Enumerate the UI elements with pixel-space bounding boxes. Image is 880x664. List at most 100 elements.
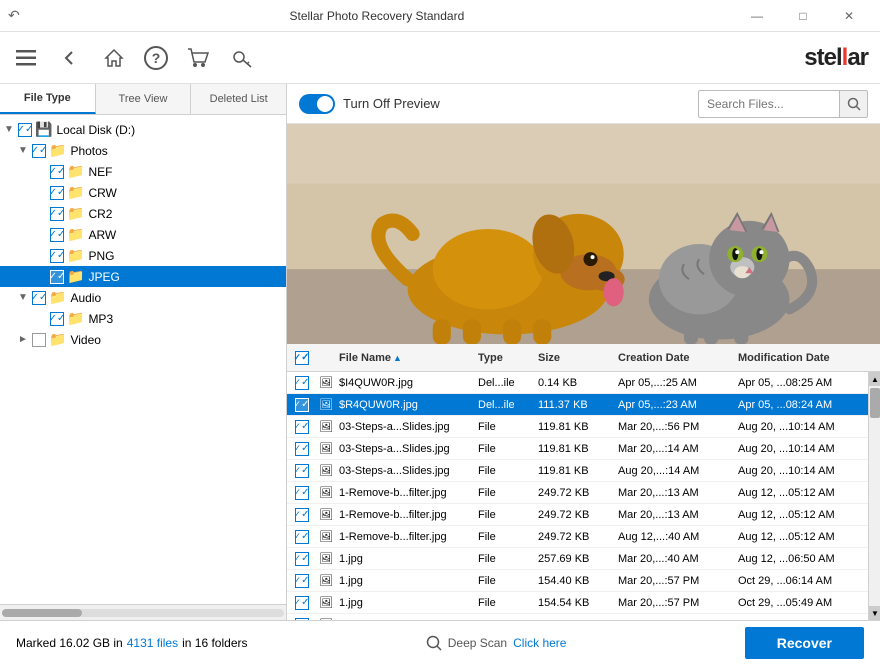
tree-item-cr2[interactable]: ✓ 📁 CR2 xyxy=(0,203,286,224)
tree-item-png[interactable]: ✓ 📁 PNG xyxy=(0,245,286,266)
row-checkbox[interactable]: ✓ xyxy=(295,508,309,522)
table-row[interactable]: ✓ 🖼 1.jpg File 154.40 KB Mar 20,...:57 P… xyxy=(287,570,868,592)
row-checkbox[interactable]: ✓ xyxy=(295,464,309,478)
row-checkbox[interactable]: ✓ xyxy=(295,398,309,412)
file-modified: Aug 20, ...10:14 AM xyxy=(738,465,868,477)
table-row[interactable]: ✓ 🖼 1.jpg File 154.54 KB Mar 20,...:57 P… xyxy=(287,592,868,614)
tree-label: CR2 xyxy=(88,207,112,221)
scroll-thumb[interactable] xyxy=(2,609,82,617)
back-button[interactable] xyxy=(56,44,84,72)
file-type: Del...ile xyxy=(478,377,538,389)
tree-item-audio[interactable]: ▼ ✓ 📁 Audio xyxy=(0,287,286,308)
header-type-col: Type xyxy=(478,352,538,364)
checkbox-video[interactable] xyxy=(32,333,46,347)
file-modified: Aug 12, ...05:12 AM xyxy=(738,531,868,543)
tab-deleted-list[interactable]: Deleted List xyxy=(191,84,286,114)
tree-item-mp3[interactable]: ✓ 📁 MP3 xyxy=(0,308,286,329)
window-controls: — □ ✕ xyxy=(734,0,872,32)
tree-item-local-disk[interactable]: ▼ ✓ 💾 Local Disk (D:) xyxy=(0,119,286,140)
file-type: Del...ile xyxy=(478,399,538,411)
search-input[interactable] xyxy=(699,93,839,115)
table-row[interactable]: ✓ 🖼 $R4QUW0R.jpg Del...ile 111.37 KB Apr… xyxy=(287,394,868,416)
tree-label: ARW xyxy=(88,228,116,242)
header-name-col[interactable]: File Name ▲ xyxy=(337,352,478,364)
file-name: 03-Steps-a...Slides.jpg xyxy=(337,465,478,477)
table-row[interactable]: ✓ 🖼 03-Steps-a...Slides.jpg File 119.81 … xyxy=(287,416,868,438)
select-all-checkbox[interactable]: ✓ xyxy=(295,351,309,365)
table-row[interactable]: ✓ 🖼 1-Remove-b...filter.jpg File 249.72 … xyxy=(287,482,868,504)
sort-arrow-icon: ▲ xyxy=(393,353,402,363)
checkbox-mp3[interactable]: ✓ xyxy=(50,312,64,326)
home-button[interactable] xyxy=(100,44,128,72)
help-button[interactable]: ? xyxy=(144,46,168,70)
preview-toggle[interactable] xyxy=(299,94,335,114)
table-row[interactable]: ✓ 🖼 $I4QUW0R.jpg Del...ile 0.14 KB Apr 0… xyxy=(287,372,868,394)
checkbox-nef[interactable]: ✓ xyxy=(50,165,64,179)
key-button[interactable] xyxy=(228,44,256,72)
tab-tree-view[interactable]: Tree View xyxy=(96,84,192,114)
cart-button[interactable] xyxy=(184,44,212,72)
tree-item-nef[interactable]: ✓ 📁 NEF xyxy=(0,161,286,182)
file-size: 154.40 KB xyxy=(538,575,618,587)
marked-text: Marked 16.02 GB in xyxy=(16,636,123,650)
row-checkbox[interactable]: ✓ xyxy=(295,420,309,434)
search-box xyxy=(698,90,868,118)
checkbox-crw[interactable]: ✓ xyxy=(50,186,64,200)
row-checkbox[interactable]: ✓ xyxy=(295,552,309,566)
vertical-scrollbar[interactable]: ▲ ▼ xyxy=(868,372,880,620)
tree-item-photos[interactable]: ▼ ✓ 📁 Photos xyxy=(0,140,286,161)
row-checkbox[interactable]: ✓ xyxy=(295,376,309,390)
scroll-thumb[interactable] xyxy=(870,388,880,418)
file-size: 249.72 KB xyxy=(538,487,618,499)
maximize-button[interactable]: □ xyxy=(780,0,826,32)
file-created: Mar 20,...:13 AM xyxy=(618,487,738,499)
search-icon xyxy=(847,97,861,111)
file-name: $R4QUW0R.jpg xyxy=(337,399,478,411)
tree-label: MP3 xyxy=(88,312,113,326)
checkbox-photos[interactable]: ✓ xyxy=(32,144,46,158)
table-row[interactable]: ✓ 🖼 1-Remove-b...filter.jpg File 249.72 … xyxy=(287,504,868,526)
table-row[interactable]: ✓ 🖼 1.jpg File 175.52 KB Mar 20,...:57 P… xyxy=(287,614,868,620)
checkbox-audio[interactable]: ✓ xyxy=(32,291,46,305)
folder-icon: 📁 xyxy=(67,268,84,285)
window-title: Stellar Photo Recovery Standard xyxy=(20,9,734,23)
tree-item-video[interactable]: ► 📁 Video xyxy=(0,329,286,350)
checkbox-cr2[interactable]: ✓ xyxy=(50,207,64,221)
file-icon: 🖼 xyxy=(319,442,337,455)
file-size: 154.54 KB xyxy=(538,597,618,609)
click-here-link[interactable]: Click here xyxy=(513,636,566,650)
row-checkbox[interactable]: ✓ xyxy=(295,596,309,610)
scroll-down-button[interactable]: ▼ xyxy=(869,606,880,620)
table-row[interactable]: ✓ 🖼 03-Steps-a...Slides.jpg File 119.81 … xyxy=(287,438,868,460)
recover-button[interactable]: Recover xyxy=(745,627,864,659)
tree-item-arw[interactable]: ✓ 📁 ARW xyxy=(0,224,286,245)
tab-file-type[interactable]: File Type xyxy=(0,84,96,114)
stellar-logo: stellar xyxy=(804,44,868,72)
horizontal-scrollbar[interactable] xyxy=(0,604,286,620)
scroll-up-button[interactable]: ▲ xyxy=(869,372,880,386)
file-rows: ✓ 🖼 $I4QUW0R.jpg Del...ile 0.14 KB Apr 0… xyxy=(287,372,868,620)
table-row[interactable]: ✓ 🖼 03-Steps-a...Slides.jpg File 119.81 … xyxy=(287,460,868,482)
checkbox-jpeg[interactable]: ✓ xyxy=(50,270,64,284)
checkbox-arw[interactable]: ✓ xyxy=(50,228,64,242)
close-button[interactable]: ✕ xyxy=(826,0,872,32)
file-count: 4131 files xyxy=(127,636,178,650)
menu-icon[interactable] xyxy=(12,44,40,72)
scroll-track xyxy=(2,609,284,617)
row-checkbox[interactable]: ✓ xyxy=(295,442,309,456)
row-checkbox[interactable]: ✓ xyxy=(295,486,309,500)
row-checkbox[interactable]: ✓ xyxy=(295,574,309,588)
tree-item-crw[interactable]: ✓ 📁 CRW xyxy=(0,182,286,203)
checkbox-png[interactable]: ✓ xyxy=(50,249,64,263)
file-size: 119.81 KB xyxy=(538,443,618,455)
title-bar: ↶ Stellar Photo Recovery Standard — □ ✕ xyxy=(0,0,880,32)
folder-icon: 📁 xyxy=(67,184,84,201)
tree-item-jpeg[interactable]: ✓ 📁 JPEG xyxy=(0,266,286,287)
checkbox-local-disk[interactable]: ✓ xyxy=(18,123,32,137)
table-row[interactable]: ✓ 🖼 1-Remove-b...filter.jpg File 249.72 … xyxy=(287,526,868,548)
minimize-button[interactable]: — xyxy=(734,0,780,32)
search-button[interactable] xyxy=(839,91,867,117)
row-checkbox[interactable]: ✓ xyxy=(295,530,309,544)
file-name: 1.jpg xyxy=(337,575,478,587)
table-row[interactable]: ✓ 🖼 1.jpg File 257.69 KB Mar 20,...:40 A… xyxy=(287,548,868,570)
